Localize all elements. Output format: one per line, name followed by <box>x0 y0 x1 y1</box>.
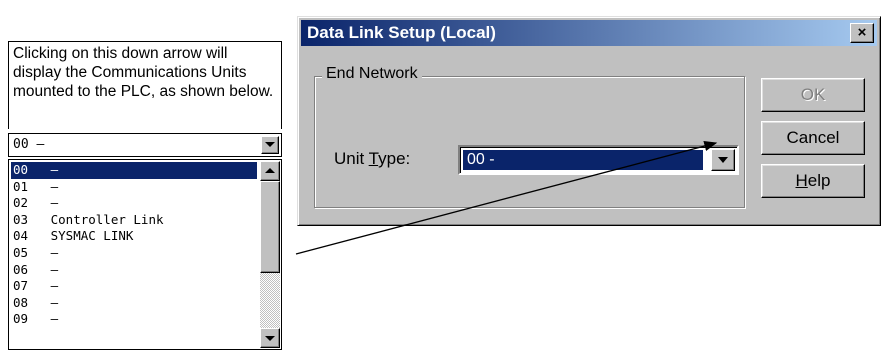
pointer-arrow <box>295 140 718 255</box>
